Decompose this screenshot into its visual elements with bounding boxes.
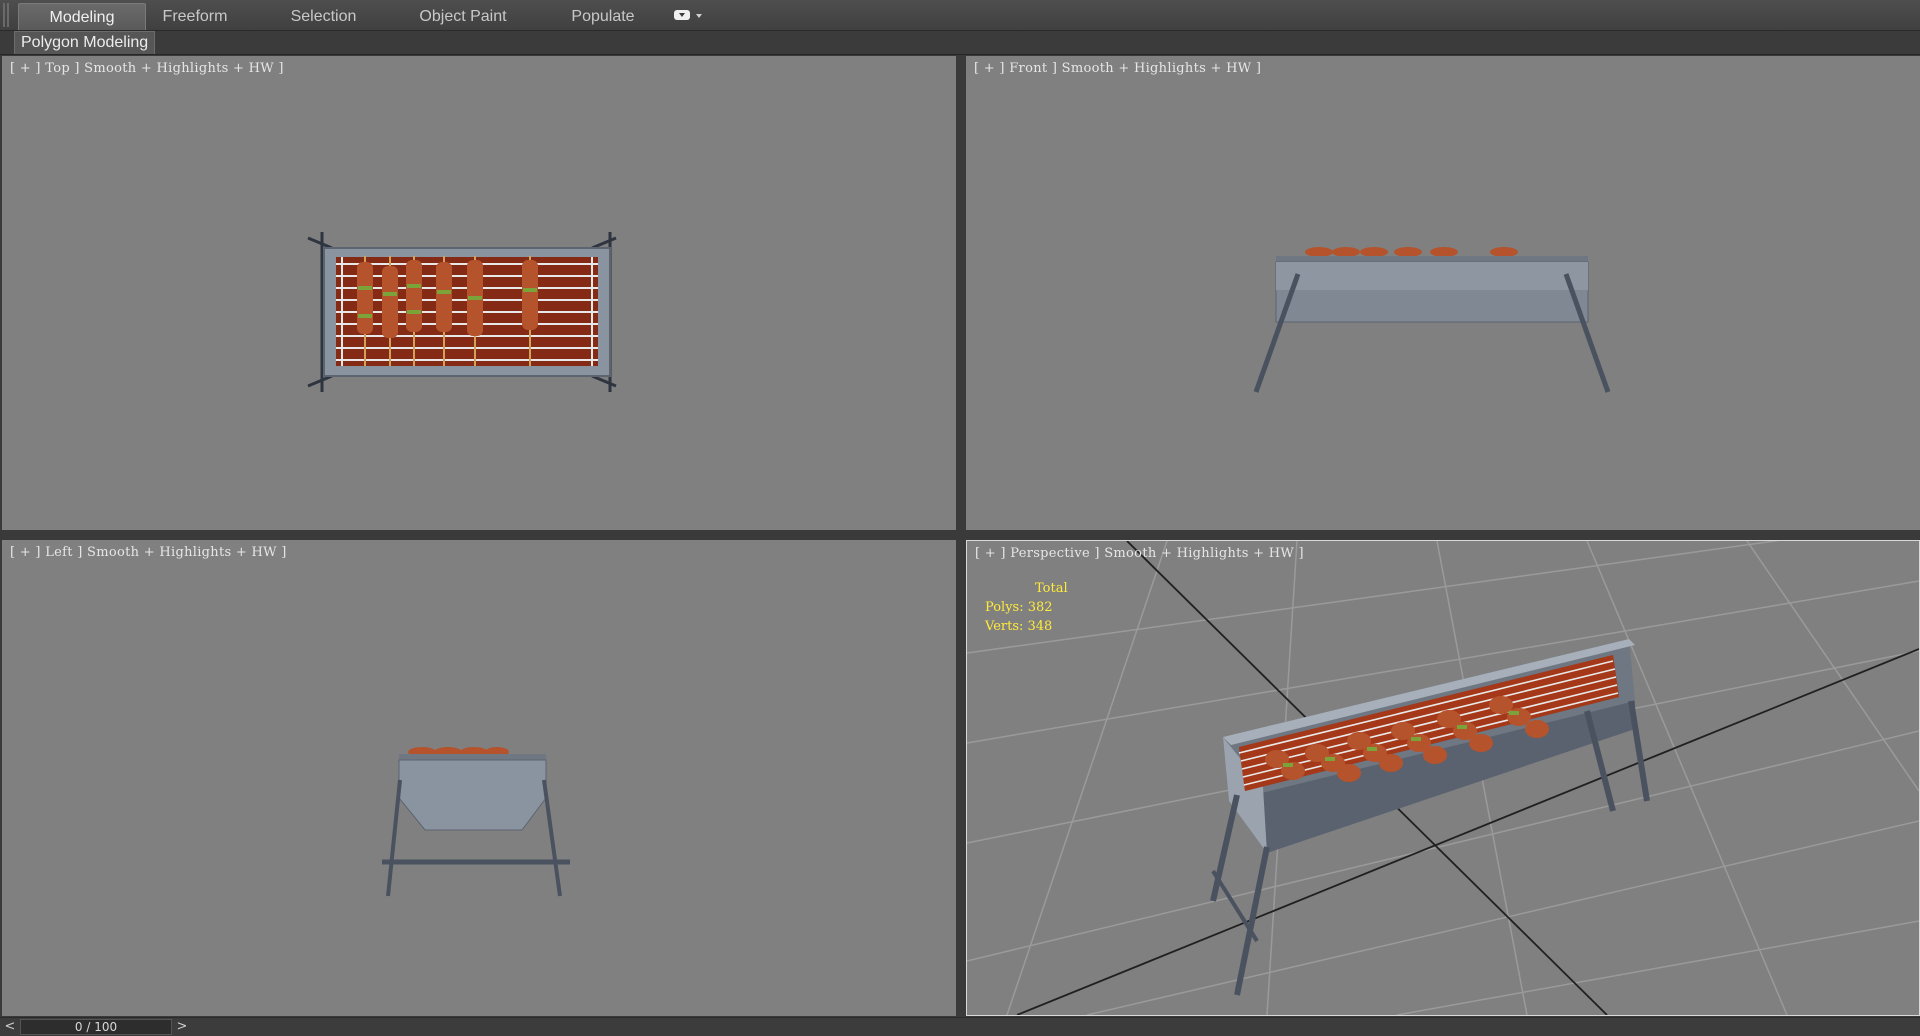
ribbon-options-dropdown[interactable] <box>672 8 704 24</box>
viewport-top-label[interactable]: [ + ] Top ] Smooth + Highlights + HW ] <box>10 61 284 76</box>
tab-object-paint[interactable]: Object Paint <box>408 3 518 30</box>
ribbon-options-icon <box>674 10 702 20</box>
top-view-grill <box>307 232 617 392</box>
stats-header: Total <box>1035 581 1068 596</box>
front-view-grill <box>1253 247 1611 393</box>
tab-freeform[interactable]: Freeform <box>150 3 240 30</box>
perspective-view-grill <box>967 541 1919 1015</box>
toolbar-grip[interactable] <box>3 3 9 27</box>
tab-modeling[interactable]: Modeling <box>18 3 146 30</box>
tab-populate[interactable]: Populate <box>556 3 650 30</box>
time-next-button[interactable]: > <box>174 1019 190 1035</box>
viewport-front-label[interactable]: [ + ] Front ] Smooth + Highlights + HW ] <box>974 61 1261 76</box>
ribbon-panel-bar: Polygon Modeling <box>0 31 1920 55</box>
left-view-grill <box>382 747 570 897</box>
time-slider[interactable]: < 0 / 100 > <box>0 1017 1920 1036</box>
ribbon-tab-bar: Modeling Freeform Selection Object Paint… <box>0 0 1920 31</box>
viewport-top[interactable]: [ + ] Top ] Smooth + Highlights + HW ] <box>2 56 956 530</box>
time-prev-button[interactable]: < <box>2 1019 18 1035</box>
tab-selection[interactable]: Selection <box>276 3 371 30</box>
viewport-left-label[interactable]: [ + ] Left ] Smooth + Highlights + HW ] <box>10 545 287 560</box>
viewport-front[interactable]: [ + ] Front ] Smooth + Highlights + HW ] <box>966 56 1920 530</box>
time-slider-thumb[interactable]: 0 / 100 <box>20 1019 172 1035</box>
stats-polys: Polys: 382 <box>985 600 1053 615</box>
viewport-perspective[interactable]: [ + ] Perspective ] Smooth + Highlights … <box>966 540 1920 1016</box>
panel-polygon-modeling[interactable]: Polygon Modeling <box>14 31 156 54</box>
viewport-left[interactable]: [ + ] Left ] Smooth + Highlights + HW ] <box>2 540 956 1016</box>
viewport-perspective-label[interactable]: [ + ] Perspective ] Smooth + Highlights … <box>975 546 1304 561</box>
stats-verts: Verts: 348 <box>985 619 1053 634</box>
